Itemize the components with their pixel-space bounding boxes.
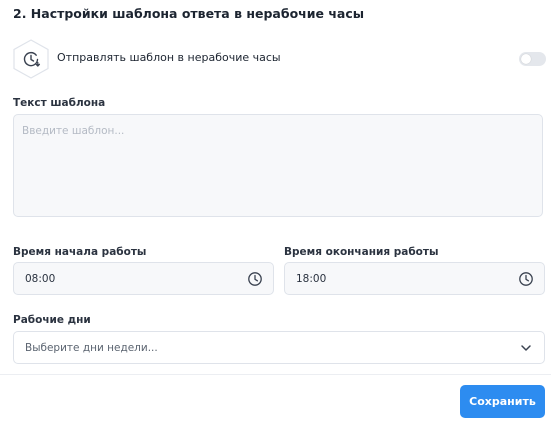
after-hours-toggle[interactable] [519,52,546,66]
template-textarea[interactable] [13,114,543,217]
clock-icon[interactable] [518,271,534,287]
chevron-down-icon[interactable] [520,343,532,353]
work-days-label: Рабочие дни [13,314,91,326]
end-time-label: Время окончания работы [284,246,439,258]
clock-icon[interactable] [247,271,263,287]
toggle-knob [521,54,531,64]
end-time-value: 18:00 [296,273,327,285]
start-time-input[interactable]: 08:00 [13,262,274,295]
work-days-placeholder: Выберите дни недели... [25,342,158,354]
section-title: 2. Настройки шаблона ответа в нерабочие … [13,6,365,21]
toggle-label: Отправлять шаблон в нерабочие часы [57,51,281,64]
clock-arrow-icon [13,39,49,79]
save-button[interactable]: Сохранить [460,385,545,418]
divider [0,374,551,375]
start-time-label: Время начала работы [13,246,147,258]
end-time-input[interactable]: 18:00 [284,262,545,295]
start-time-value: 08:00 [25,273,56,285]
template-label: Текст шаблона [13,97,106,109]
work-days-select[interactable]: Выберите дни недели... [13,331,545,364]
